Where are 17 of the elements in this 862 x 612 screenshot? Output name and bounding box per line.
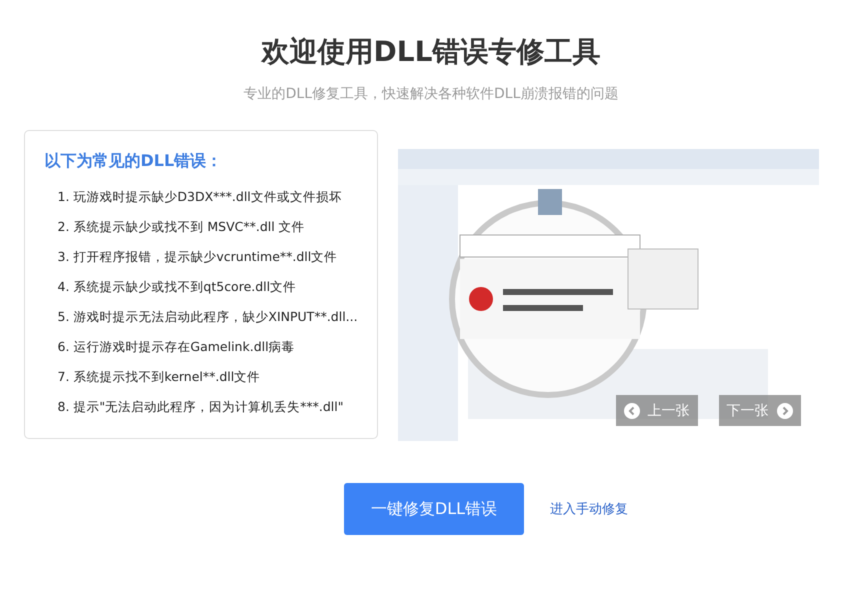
error-item: 2. 系统提示缺少或找不到 MSVC**.dll 文件 xyxy=(56,218,306,236)
card-heading: 以下为常见的DLL错误： xyxy=(44,151,224,172)
manual-fix-link[interactable]: 进入手动修复 xyxy=(550,500,628,518)
error-item: 5. 游戏时提示无法启动此程序，缺少XINPUT**.dll... xyxy=(56,308,359,326)
chevron-right-icon xyxy=(776,402,792,418)
error-item: 4. 系统提示缺少或找不到qt5core.dll文件 xyxy=(56,278,298,296)
chevron-left-icon xyxy=(624,402,640,418)
error-item: 1. 玩游戏时提示缺少D3DX***.dll文件或文件损坏 xyxy=(56,188,343,206)
previous-button[interactable]: 上一张 xyxy=(616,395,698,426)
error-item: 6. 运行游戏时提示存在Gamelink.dll病毒 xyxy=(56,338,296,356)
error-item: 7. 系统提示找不到kernel**.dll文件 xyxy=(56,368,262,386)
next-button[interactable]: 下一张 xyxy=(718,395,800,426)
fix-button[interactable]: 一键修复DLL错误 xyxy=(344,483,524,535)
error-item: 3. 打开程序报错，提示缺少vcruntime**.dll文件 xyxy=(56,248,338,266)
page-title: 欢迎使用DLL错误专修工具 xyxy=(262,34,600,70)
page-subtitle: 专业的DLL修复工具，快速解决各种软件DLL崩溃报错的问题 xyxy=(244,85,618,104)
error-item: 8. 提示"无法启动此程序，因为计算机丢失***.dll" xyxy=(56,398,345,416)
